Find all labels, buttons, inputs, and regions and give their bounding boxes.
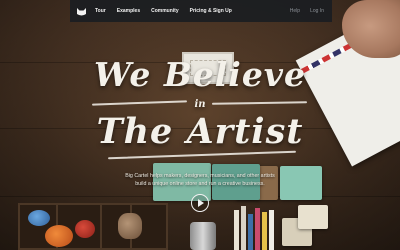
cup-prop [190, 222, 216, 250]
nav-community-link[interactable]: Community [151, 8, 179, 14]
tag-prop [298, 205, 328, 229]
nav-tour-link[interactable]: Tour [95, 8, 106, 14]
hero-tagline: Big Cartel helps makers, designers, musi… [110, 172, 290, 188]
hero-headline-line2: in [194, 99, 206, 110]
cat-logo-icon[interactable] [76, 6, 87, 17]
play-icon [198, 199, 204, 207]
yarn-prop [45, 225, 73, 247]
spool-prop [118, 213, 142, 239]
yarn-prop [28, 210, 50, 226]
nav-pricing-signup-link[interactable]: Pricing & Sign Up [190, 8, 232, 14]
play-video-button[interactable] [191, 194, 209, 212]
hero-headline-line1: We Believe [94, 55, 306, 94]
yarn-prop [75, 220, 95, 238]
top-nav: Tour Examples Community Pricing & Sign U… [70, 0, 332, 22]
nav-right-group: Help Log In [290, 8, 332, 14]
hero-headline-line3: The Artist [96, 111, 304, 152]
hero-tagline-line2: build a unique online store and run a cr… [135, 181, 265, 187]
hero-tagline-line1: Big Cartel helps makers, designers, musi… [125, 173, 275, 179]
pencils-prop [232, 203, 280, 250]
nav-examples-link[interactable]: Examples [117, 8, 140, 14]
nav-login-link[interactable]: Log In [310, 8, 324, 14]
nav-help-link[interactable]: Help [290, 8, 300, 14]
